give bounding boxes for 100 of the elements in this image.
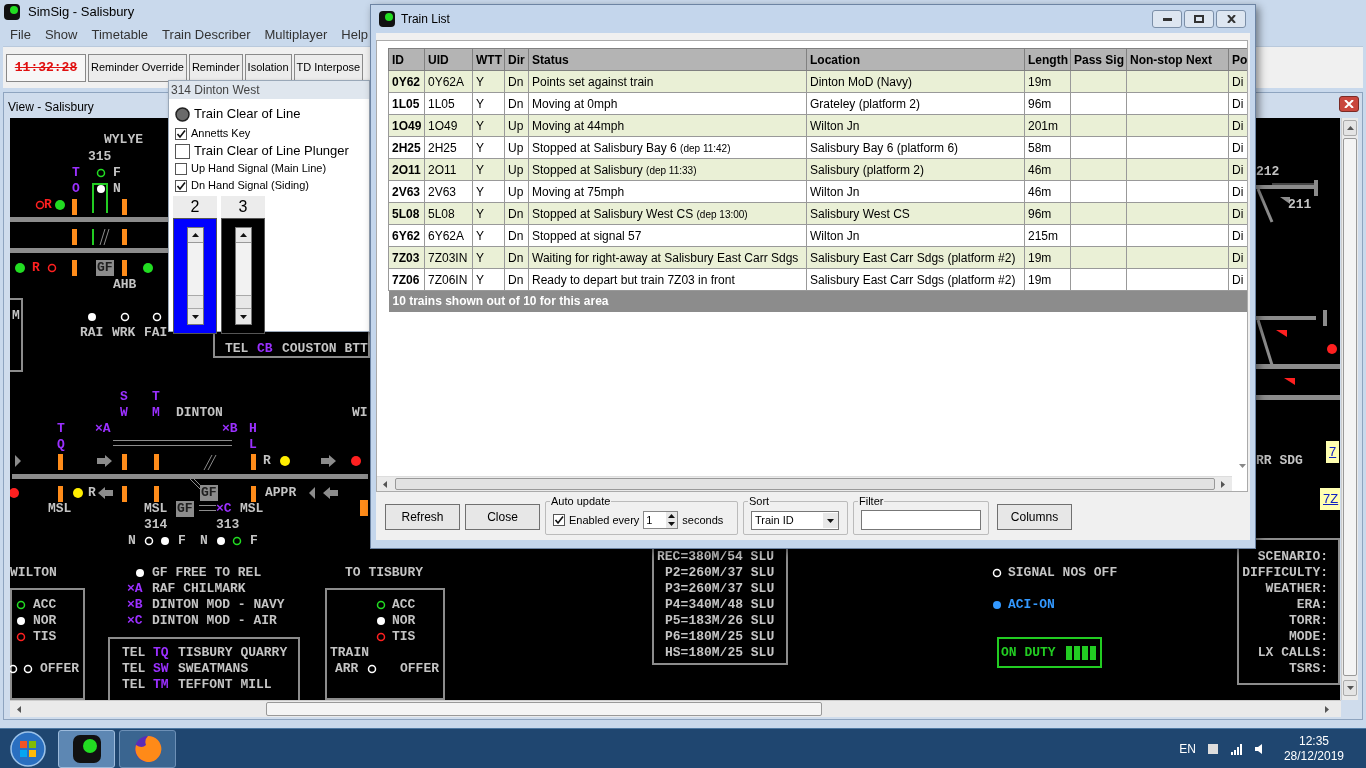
table-cell: 7Z06IN	[424, 268, 473, 291]
checkbox[interactable]	[175, 179, 187, 192]
toolbar-button[interactable]: TD Interpose	[293, 53, 364, 82]
column-header[interactable]: Length	[1024, 48, 1071, 71]
spinner-arrows-icon[interactable]	[666, 512, 678, 528]
toolbar-button[interactable]: Reminder	[188, 53, 243, 82]
lever-panel[interactable]	[173, 218, 217, 334]
table-cell: 46m	[1024, 180, 1071, 203]
minimize-button[interactable]	[1152, 10, 1182, 28]
diagram-label: MSL	[240, 501, 264, 517]
down-arrow-icon[interactable]	[191, 314, 199, 319]
column-header[interactable]: Po	[1228, 48, 1247, 71]
menu-item[interactable]: Train Describer	[162, 25, 251, 45]
column-header[interactable]: Pass Sig	[1070, 48, 1127, 71]
close-icon	[1226, 15, 1236, 23]
diagram-label: F	[178, 533, 186, 549]
toolbar-button[interactable]: Isolation	[244, 53, 292, 82]
dialog-button[interactable]: Columns	[997, 504, 1072, 530]
diagram-label: GF	[200, 485, 218, 501]
table-cell: 1O49	[388, 114, 425, 137]
round-button-icon[interactable]	[175, 106, 190, 122]
action-label[interactable]: Train Clear of Line	[194, 104, 301, 124]
menu-item[interactable]: Help	[341, 25, 369, 45]
diagram-label: S	[120, 389, 128, 405]
checkbox[interactable]	[175, 127, 187, 140]
diagram-label: O	[72, 181, 80, 197]
right-arrow-icon[interactable]	[1221, 480, 1225, 488]
language-indicator[interactable]: EN	[1179, 739, 1196, 758]
taskbar-time[interactable]: 12:35	[1298, 733, 1329, 749]
start-button-icon[interactable]	[10, 730, 46, 767]
table-cell: 7Z03IN	[424, 246, 473, 269]
column-header[interactable]: WTT	[472, 48, 505, 71]
lever-scrollbar[interactable]	[186, 227, 204, 325]
dialog-button[interactable]: Refresh	[385, 504, 460, 530]
menu-item[interactable]: File	[10, 25, 31, 45]
diagram-label: TORR:	[1289, 613, 1328, 629]
left-arrow-icon[interactable]	[383, 480, 387, 488]
window-title: View - Salisbury	[8, 99, 94, 116]
left-arrow-icon[interactable]	[17, 705, 21, 713]
column-header[interactable]: ID	[388, 48, 425, 71]
filter-field[interactable]	[861, 510, 981, 530]
diagram-label: R	[32, 260, 40, 276]
up-arrow-icon[interactable]	[191, 233, 199, 237]
lever-scrollbar[interactable]	[234, 227, 252, 325]
menu-item[interactable]: Timetable	[91, 25, 149, 45]
diagram-label: RAF CHILMARK	[152, 581, 246, 597]
down-arrow-icon[interactable]	[239, 314, 247, 319]
column-header[interactable]: Non-stop Next	[1126, 48, 1229, 71]
close-button[interactable]	[1339, 96, 1359, 112]
diagram-label: R	[44, 197, 52, 213]
dialog-button[interactable]: Close	[465, 504, 540, 530]
diagram-label: ERA:	[1296, 597, 1328, 613]
table-cell: Dinton MoD (Navy)	[806, 70, 1025, 93]
taskbar-app-button[interactable]	[58, 729, 115, 768]
diagram-label: TM	[153, 677, 169, 693]
table-cell: Y	[472, 268, 505, 291]
up-arrow-icon[interactable]	[239, 233, 247, 237]
diagram-label: MODE:	[1289, 629, 1328, 645]
table-cell: Ready to depart but train 7Z03 in front	[528, 268, 807, 291]
vertical-scrollbar[interactable]	[1341, 118, 1358, 700]
number-spinner[interactable]: 1	[643, 511, 679, 529]
globe-icon	[133, 734, 162, 763]
diagram-label: P6=180M/25 SLU	[665, 629, 775, 645]
checkbox[interactable]	[553, 514, 565, 526]
maximize-button[interactable]	[1184, 10, 1214, 28]
column-header[interactable]: UID	[424, 48, 473, 71]
toolbar-button[interactable]: Reminder Override	[88, 53, 187, 82]
network-icon[interactable]	[1229, 741, 1244, 756]
table-cell: Up	[504, 158, 529, 181]
menu-item[interactable]: Multiplayer	[264, 25, 328, 45]
diagram-label: ACC	[33, 597, 57, 613]
app-icon	[4, 4, 20, 20]
column-header[interactable]: Location	[806, 48, 1025, 71]
table-cell: 96m	[1024, 92, 1071, 115]
column-header[interactable]: Status	[528, 48, 807, 71]
table-cell: 2V63	[424, 180, 473, 203]
checkbox[interactable]	[175, 143, 190, 159]
train-tag[interactable]: 7	[1326, 441, 1340, 463]
table-cell: Wilton Jn	[806, 114, 1025, 137]
diagram-label: 314	[144, 517, 168, 533]
diagram-label: LX CALLS:	[1257, 645, 1328, 661]
table-cell: Y	[472, 158, 505, 181]
scroll-thumb[interactable]	[235, 295, 251, 309]
scroll-thumb[interactable]	[395, 478, 1215, 490]
lever-panel[interactable]	[221, 218, 265, 334]
tray-icon[interactable]	[1205, 741, 1220, 756]
column-header[interactable]: Dir	[504, 48, 529, 71]
sort-dropdown[interactable]: Train ID	[751, 510, 839, 530]
scroll-thumb[interactable]	[1343, 138, 1357, 676]
taskbar-date[interactable]: 28/12/2019	[1283, 748, 1344, 764]
horizontal-scrollbar[interactable]	[377, 476, 1232, 491]
table-cell: Grateley (platform 2)	[806, 92, 1025, 115]
menu-item[interactable]: Show	[44, 25, 78, 45]
checkbox[interactable]	[175, 162, 187, 175]
scroll-thumb[interactable]	[187, 295, 203, 309]
horizontal-scrollbar[interactable]	[10, 700, 1341, 717]
scroll-thumb[interactable]	[266, 702, 822, 716]
close-button[interactable]	[1216, 10, 1246, 28]
right-arrow-icon[interactable]	[1325, 705, 1329, 713]
train-tag[interactable]: 7Z	[1320, 488, 1340, 510]
